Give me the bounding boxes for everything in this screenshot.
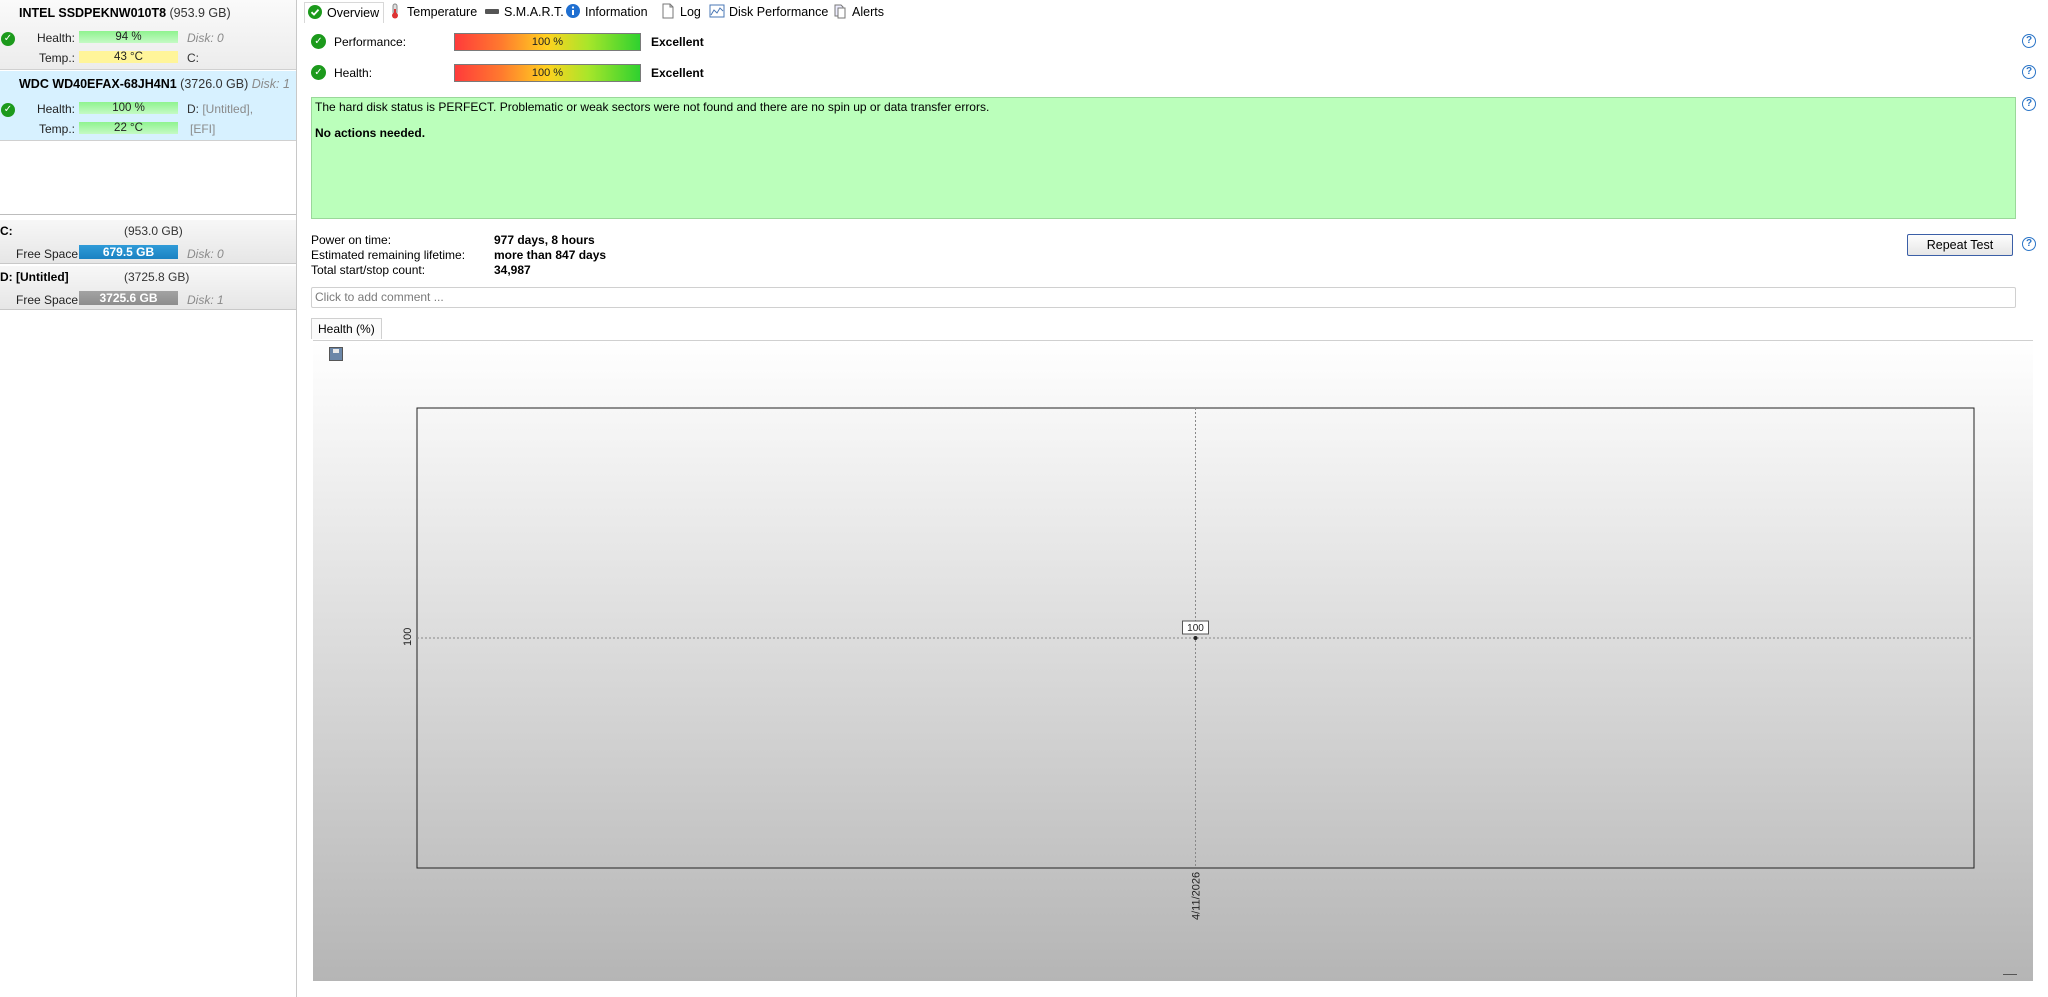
data-label: 100 (1187, 623, 1204, 634)
help-icon[interactable]: ? (2022, 97, 2036, 111)
ok-check-icon: ✓ (1, 32, 15, 46)
volume-size: (3725.8 GB) (124, 270, 190, 284)
health-label: Health: (36, 31, 75, 45)
health-label: Health: (36, 102, 75, 116)
performance-chart-icon (709, 3, 725, 19)
alerts-icon (832, 3, 848, 19)
tab-log[interactable]: Log (660, 2, 701, 22)
volume-disk: Disk: 1 (187, 293, 224, 307)
power-on-value: 977 days, 8 hours (494, 233, 595, 247)
health-chart: 4/11/2026 100 100 (402, 407, 1975, 920)
volume-item-d[interactable]: D: [Untitled] (3725.8 GB) Free Space 372… (0, 266, 296, 310)
tab-alerts[interactable]: Alerts (832, 2, 884, 22)
temp-label: Temp.: (38, 122, 75, 136)
volume-disk: Disk: 0 (187, 247, 224, 261)
temp-bar: 22 °C (79, 122, 178, 134)
free-space-label: Free Space (16, 247, 79, 261)
help-icon[interactable]: ? (2022, 65, 2036, 79)
info-icon (565, 3, 581, 19)
volume-name: C: (0, 224, 13, 238)
tab-temperature[interactable]: Temperature (387, 2, 477, 22)
performance-bar: 100 % (454, 33, 641, 51)
lifetime-label: Estimated remaining lifetime: (311, 248, 466, 262)
health-ok-icon: ✓ (311, 65, 326, 80)
data-point (1193, 636, 1198, 640)
free-space-bar: 3725.6 GB (79, 291, 178, 305)
status-text: The hard disk status is PERFECT. Problem… (315, 100, 990, 114)
temp-bar: 43 °C (79, 51, 178, 63)
health-label: Health: (334, 66, 373, 80)
lifetime-value: more than 847 days (494, 248, 607, 262)
help-icon[interactable]: ? (2022, 237, 2036, 251)
volume-item-c[interactable]: C: (953.0 GB) Free Space 679.5 GB Disk: … (0, 220, 296, 264)
start-stop-value: 34,987 (494, 263, 531, 277)
tab-information[interactable]: Information (565, 2, 648, 22)
document-icon (660, 3, 676, 19)
main-panel: Overview Temperature S.M.A.R.T. Informat… (300, 0, 2048, 997)
disk-number: Disk: 0 (187, 31, 224, 45)
drive-icon (484, 3, 500, 19)
performance-label: Performance: (334, 35, 407, 49)
tab-smart[interactable]: S.M.A.R.T. (484, 2, 564, 22)
y-tick-label: 100 (402, 628, 414, 646)
partition-list: D: [Untitled], (187, 102, 254, 116)
check-circle-icon (307, 4, 323, 20)
disk-list-spacer (0, 141, 296, 215)
free-space-label: Free Space (16, 293, 79, 307)
tab-disk-performance[interactable]: Disk Performance (709, 2, 828, 22)
disk-item-intel[interactable]: INTEL SSDPEKNW010T8 (953.9 GB) ✓ Health:… (0, 0, 296, 70)
volume-size: (953.0 GB) (124, 224, 183, 238)
volume-name: D: [Untitled] (0, 270, 69, 284)
thermometer-icon (387, 3, 403, 19)
status-action: No actions needed. (315, 126, 426, 140)
health-bar: 94 % (79, 31, 178, 43)
start-stop-label: Total start/stop count: (311, 263, 426, 277)
resize-handle[interactable] (2003, 974, 2017, 975)
ok-check-icon: ✓ (1, 103, 15, 117)
repeat-test-button[interactable]: Repeat Test (1907, 234, 2013, 256)
partition-efi: [EFI] (190, 122, 216, 136)
x-tick-label: 4/11/2026 (1191, 872, 1203, 920)
free-space-bar: 679.5 GB (79, 245, 178, 259)
help-icon[interactable]: ? (2022, 34, 2036, 48)
health-bar: 100 % (79, 102, 178, 114)
tab-bar: Overview Temperature S.M.A.R.T. Informat… (300, 0, 2048, 23)
comment-input[interactable]: Click to add comment ... (311, 287, 2016, 308)
status-message-box: The hard disk status is PERFECT. Problem… (311, 97, 2016, 219)
power-on-label: Power on time: (311, 233, 392, 247)
performance-rating: Excellent (651, 35, 704, 49)
drive-letter: C: (187, 51, 199, 65)
health-rating: Excellent (651, 66, 704, 80)
disk-item-wdc[interactable]: WDC WD40EFAX-68JH4N1 (3726.0 GB) Disk: 1… (0, 71, 296, 141)
disk-title: INTEL SSDPEKNW010T8 (953.9 GB) (19, 6, 231, 20)
tab-overview[interactable]: Overview (304, 2, 385, 23)
disk-title: WDC WD40EFAX-68JH4N1 (3726.0 GB) Disk: 1 (19, 77, 290, 91)
temp-label: Temp.: (38, 51, 75, 65)
tab-health-chart[interactable]: Health (%) (311, 318, 382, 339)
performance-ok-icon: ✓ (311, 34, 326, 49)
disk-list-panel: INTEL SSDPEKNW010T8 (953.9 GB) ✓ Health:… (0, 0, 297, 997)
health-chart-area: 4/11/2026 100 100 (313, 340, 2033, 981)
health-bar: 100 % (454, 64, 641, 82)
